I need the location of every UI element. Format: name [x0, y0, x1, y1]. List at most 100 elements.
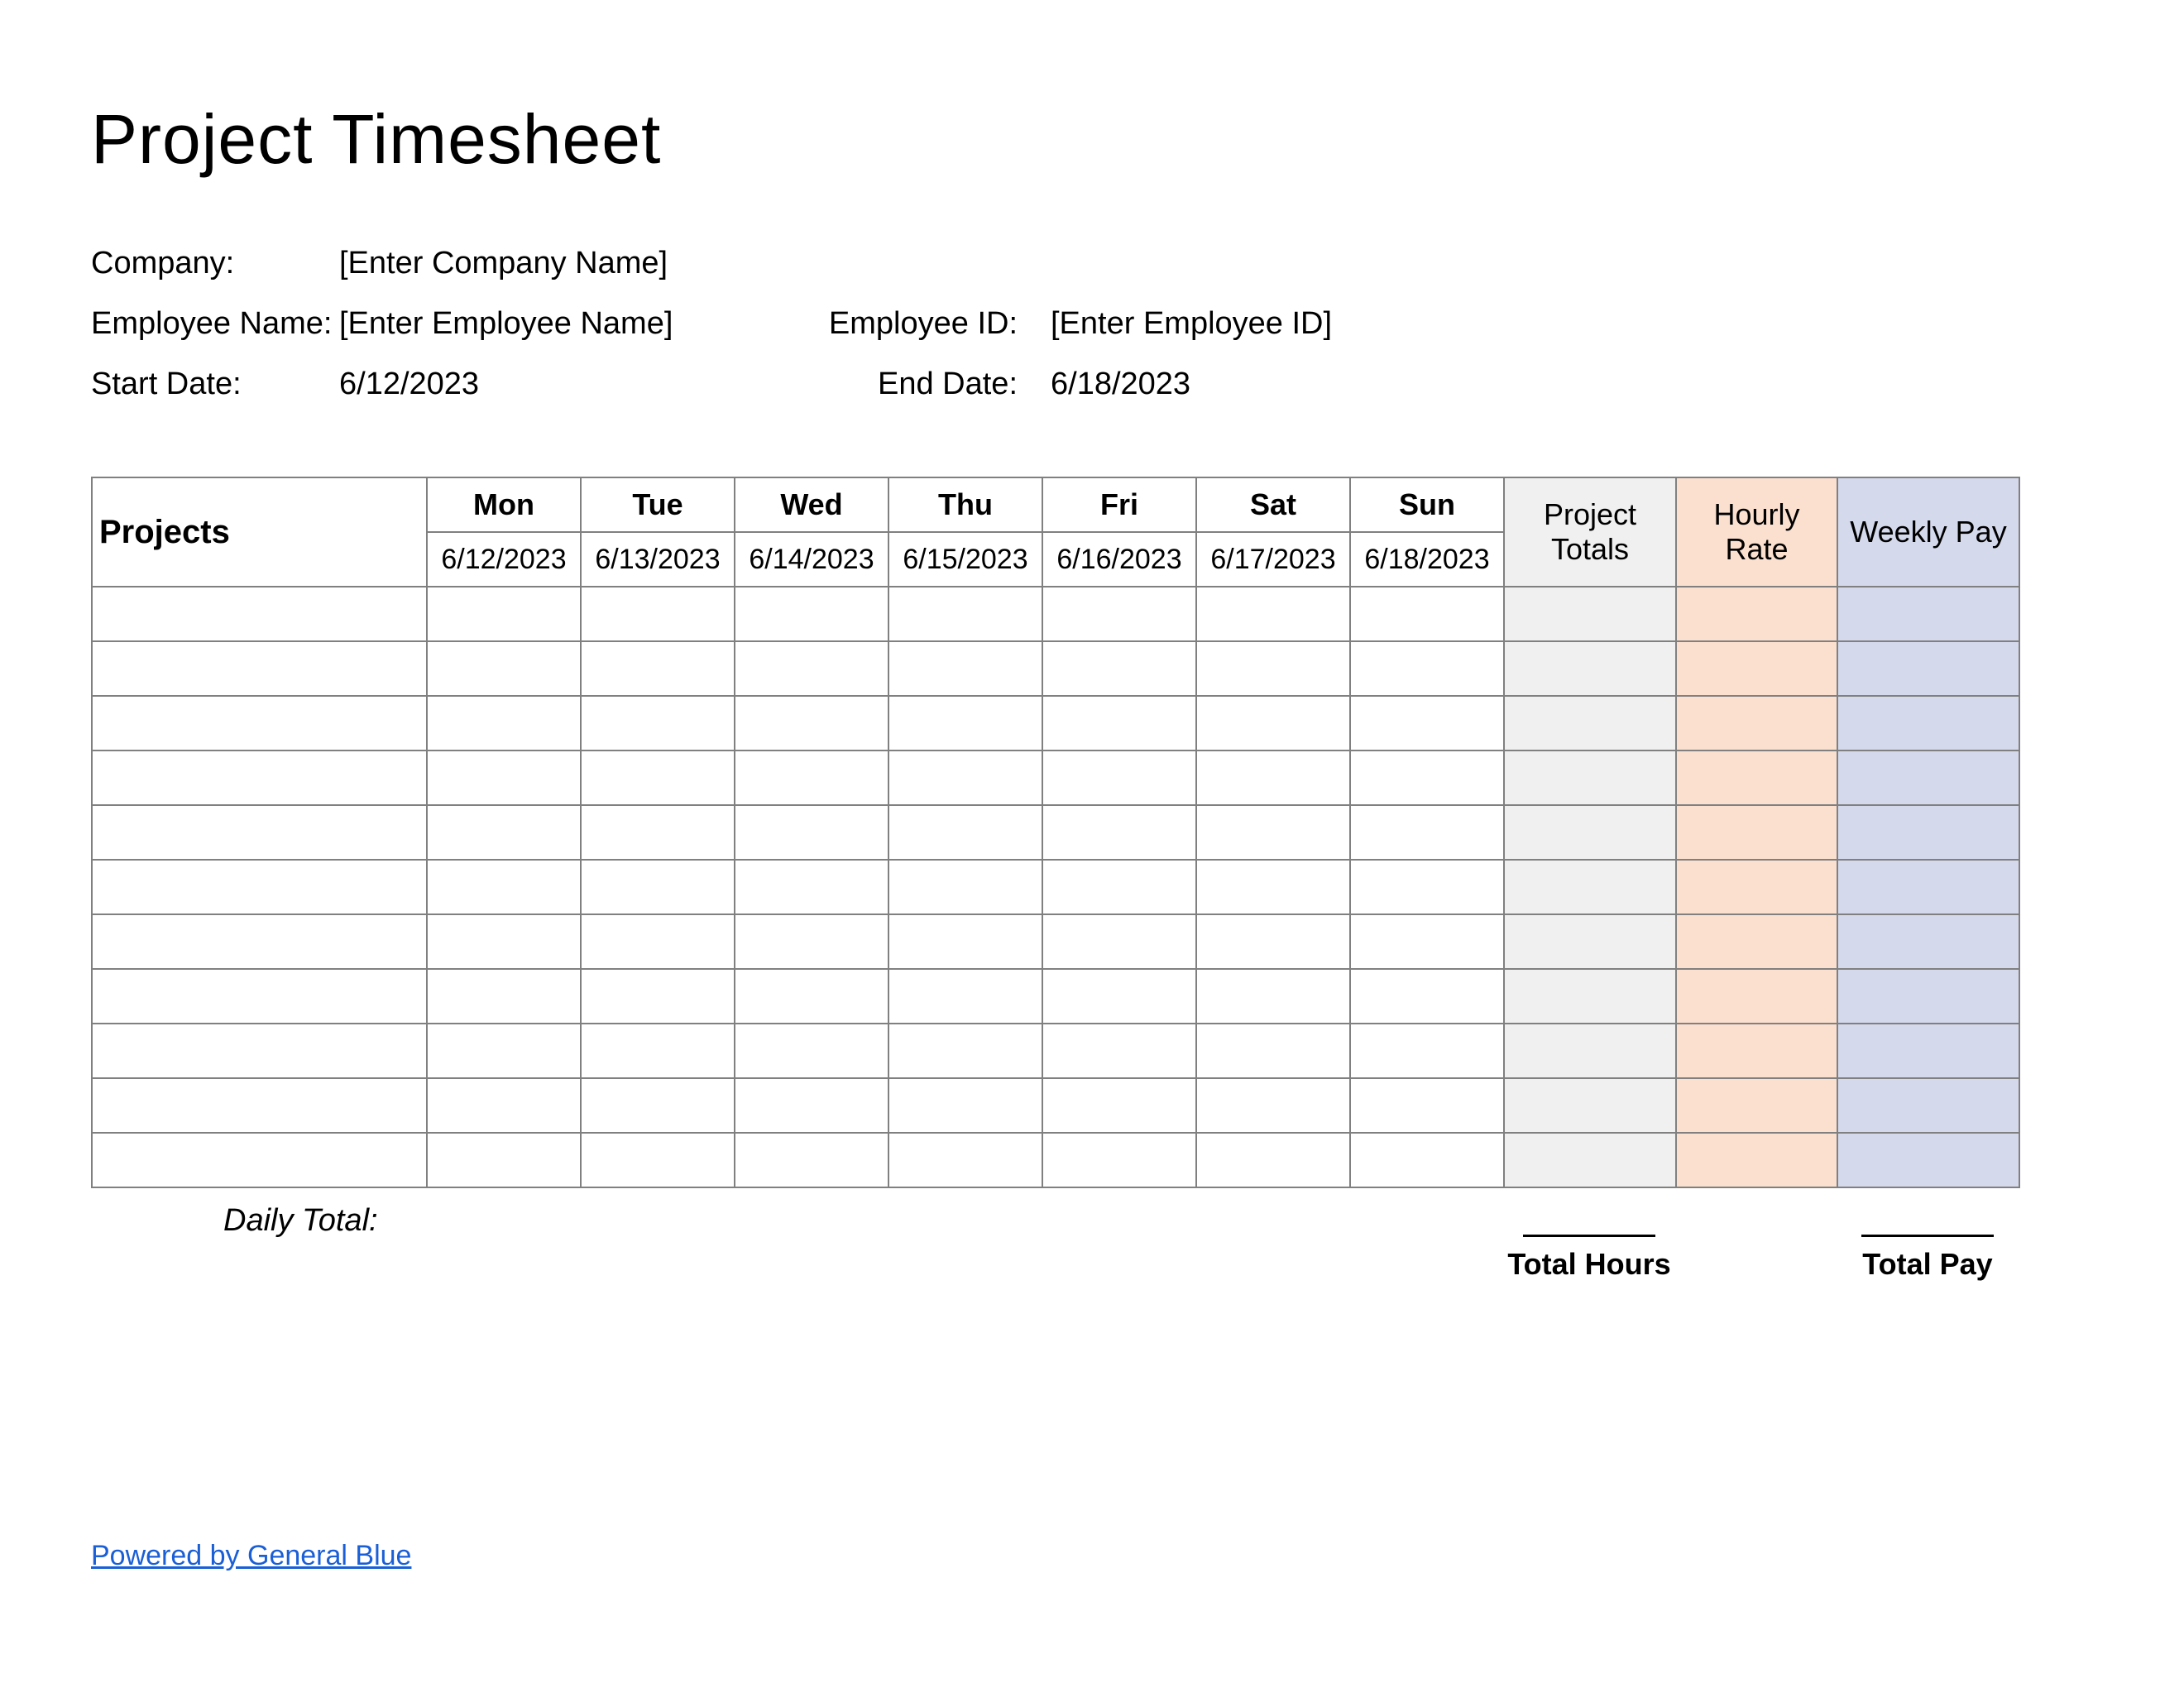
- hours-cell[interactable]: [735, 750, 888, 805]
- hours-cell[interactable]: [1196, 1133, 1350, 1187]
- hours-cell[interactable]: [1350, 914, 1504, 969]
- hours-cell[interactable]: [427, 1133, 581, 1187]
- hours-cell[interactable]: [581, 1078, 735, 1133]
- hours-cell[interactable]: [1196, 1024, 1350, 1078]
- hours-cell[interactable]: [1196, 860, 1350, 914]
- hours-cell[interactable]: [581, 641, 735, 696]
- project-name-cell[interactable]: [92, 750, 427, 805]
- hourly-rate-cell[interactable]: [1676, 1133, 1837, 1187]
- hours-cell[interactable]: [735, 860, 888, 914]
- hours-cell[interactable]: [1350, 805, 1504, 860]
- hours-cell[interactable]: [581, 860, 735, 914]
- hours-cell[interactable]: [1042, 1078, 1196, 1133]
- hours-cell[interactable]: [1350, 969, 1504, 1024]
- hours-cell[interactable]: [1042, 805, 1196, 860]
- hours-cell[interactable]: [427, 805, 581, 860]
- project-name-cell[interactable]: [92, 1133, 427, 1187]
- hours-cell[interactable]: [1042, 1133, 1196, 1187]
- start-date-value[interactable]: 6/12/2023: [339, 367, 802, 402]
- hours-cell[interactable]: [1042, 1024, 1196, 1078]
- project-name-cell[interactable]: [92, 1024, 427, 1078]
- employee-name-value[interactable]: [Enter Employee Name]: [339, 306, 802, 342]
- hourly-rate-cell[interactable]: [1676, 641, 1837, 696]
- hours-cell[interactable]: [1196, 969, 1350, 1024]
- hours-cell[interactable]: [888, 969, 1042, 1024]
- hours-cell[interactable]: [427, 1078, 581, 1133]
- hourly-rate-cell[interactable]: [1676, 696, 1837, 750]
- hourly-rate-cell[interactable]: [1676, 1078, 1837, 1133]
- hours-cell[interactable]: [735, 969, 888, 1024]
- hourly-rate-cell[interactable]: [1676, 969, 1837, 1024]
- hours-cell[interactable]: [1042, 860, 1196, 914]
- hours-cell[interactable]: [1042, 641, 1196, 696]
- hours-cell[interactable]: [735, 1078, 888, 1133]
- hours-cell[interactable]: [427, 969, 581, 1024]
- hours-cell[interactable]: [427, 750, 581, 805]
- hours-cell[interactable]: [1350, 641, 1504, 696]
- hours-cell[interactable]: [1350, 587, 1504, 641]
- hours-cell[interactable]: [735, 1024, 888, 1078]
- hours-cell[interactable]: [1196, 805, 1350, 860]
- hours-cell[interactable]: [581, 587, 735, 641]
- hours-cell[interactable]: [1196, 587, 1350, 641]
- hours-cell[interactable]: [888, 1024, 1042, 1078]
- hours-cell[interactable]: [427, 860, 581, 914]
- hours-cell[interactable]: [1350, 860, 1504, 914]
- hours-cell[interactable]: [1350, 1078, 1504, 1133]
- project-name-cell[interactable]: [92, 969, 427, 1024]
- hours-cell[interactable]: [888, 805, 1042, 860]
- hours-cell[interactable]: [1350, 1024, 1504, 1078]
- hours-cell[interactable]: [581, 1133, 735, 1187]
- hours-cell[interactable]: [888, 750, 1042, 805]
- hours-cell[interactable]: [888, 587, 1042, 641]
- hours-cell[interactable]: [427, 914, 581, 969]
- credit-link[interactable]: Powered by General Blue: [91, 1540, 411, 1572]
- hours-cell[interactable]: [427, 1024, 581, 1078]
- hourly-rate-cell[interactable]: [1676, 1024, 1837, 1078]
- hours-cell[interactable]: [1196, 696, 1350, 750]
- hours-cell[interactable]: [1196, 641, 1350, 696]
- hourly-rate-cell[interactable]: [1676, 860, 1837, 914]
- hours-cell[interactable]: [1042, 750, 1196, 805]
- employee-id-value[interactable]: [Enter Employee ID]: [1051, 306, 1514, 342]
- hours-cell[interactable]: [735, 805, 888, 860]
- hours-cell[interactable]: [1042, 696, 1196, 750]
- hours-cell[interactable]: [1042, 587, 1196, 641]
- project-name-cell[interactable]: [92, 1078, 427, 1133]
- hours-cell[interactable]: [735, 1133, 888, 1187]
- hourly-rate-cell[interactable]: [1676, 805, 1837, 860]
- hours-cell[interactable]: [888, 860, 1042, 914]
- hours-cell[interactable]: [888, 914, 1042, 969]
- project-name-cell[interactable]: [92, 805, 427, 860]
- hours-cell[interactable]: [581, 750, 735, 805]
- hours-cell[interactable]: [1042, 969, 1196, 1024]
- hours-cell[interactable]: [581, 914, 735, 969]
- hours-cell[interactable]: [427, 641, 581, 696]
- hours-cell[interactable]: [581, 1024, 735, 1078]
- hours-cell[interactable]: [735, 587, 888, 641]
- hours-cell[interactable]: [735, 641, 888, 696]
- company-value[interactable]: [Enter Company Name]: [339, 246, 802, 281]
- hours-cell[interactable]: [1196, 750, 1350, 805]
- hours-cell[interactable]: [581, 969, 735, 1024]
- hours-cell[interactable]: [1042, 914, 1196, 969]
- hours-cell[interactable]: [1350, 750, 1504, 805]
- hours-cell[interactable]: [581, 696, 735, 750]
- end-date-value[interactable]: 6/18/2023: [1051, 367, 1514, 402]
- hours-cell[interactable]: [735, 914, 888, 969]
- hours-cell[interactable]: [888, 641, 1042, 696]
- hours-cell[interactable]: [888, 1133, 1042, 1187]
- hours-cell[interactable]: [581, 805, 735, 860]
- hourly-rate-cell[interactable]: [1676, 914, 1837, 969]
- project-name-cell[interactable]: [92, 696, 427, 750]
- hours-cell[interactable]: [427, 587, 581, 641]
- hours-cell[interactable]: [888, 696, 1042, 750]
- hours-cell[interactable]: [1196, 1078, 1350, 1133]
- project-name-cell[interactable]: [92, 641, 427, 696]
- hours-cell[interactable]: [1350, 696, 1504, 750]
- hours-cell[interactable]: [735, 696, 888, 750]
- hours-cell[interactable]: [888, 1078, 1042, 1133]
- hours-cell[interactable]: [427, 696, 581, 750]
- hourly-rate-cell[interactable]: [1676, 750, 1837, 805]
- project-name-cell[interactable]: [92, 587, 427, 641]
